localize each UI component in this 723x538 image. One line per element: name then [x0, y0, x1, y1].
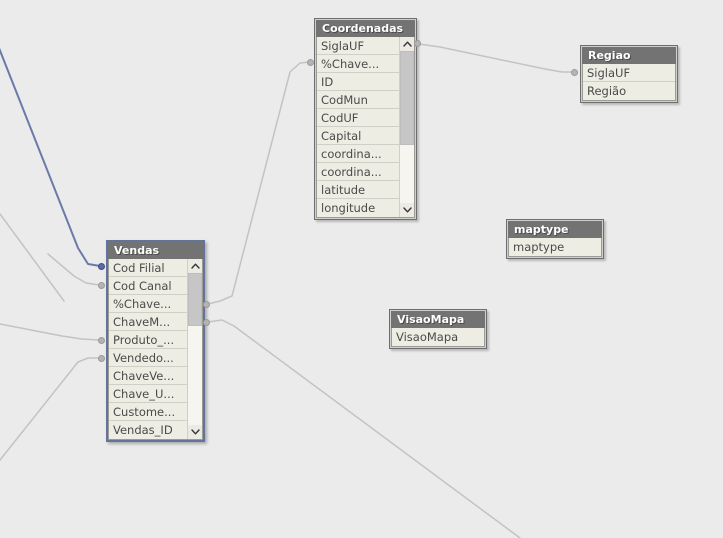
field-row[interactable]: maptype	[509, 238, 601, 256]
link-port-coordenadas-left-chave[interactable]	[307, 59, 314, 66]
scrollbar-track[interactable]	[188, 273, 202, 425]
table-node-vendas[interactable]: Vendas Cod Filial Cod Canal %Chave... ChaveM…	[106, 240, 205, 442]
field-list: SiglaUF Região	[583, 64, 675, 100]
field-row[interactable]: Produto_...	[109, 331, 187, 349]
table-node-body: maptype	[508, 238, 602, 257]
link-port-vendas-left-produto[interactable]	[98, 337, 105, 344]
table-node-body: Cod Filial Cod Canal %Chave... ChaveM... Pro…	[108, 259, 203, 440]
field-row[interactable]: ChaveM...	[109, 313, 187, 331]
table-node-title[interactable]: Coordenadas	[316, 20, 415, 37]
chevron-up-icon[interactable]	[400, 37, 414, 51]
field-row[interactable]: Vendas_ID	[109, 421, 187, 439]
link-port-coordenadas-right-siglauf[interactable]	[414, 40, 421, 47]
scrollbar-track[interactable]	[400, 51, 414, 203]
field-row[interactable]: Chave_U...	[109, 385, 187, 403]
table-node-regiao[interactable]: Regiao SiglaUF Região	[580, 45, 678, 103]
data-model-canvas[interactable]: Coordenadas SiglaUF %Chave... ID CodMun CodUF…	[0, 0, 723, 538]
relationship-link[interactable]	[418, 43, 575, 73]
field-row[interactable]: Região	[583, 82, 675, 100]
field-row[interactable]: CodMun	[317, 91, 399, 109]
field-row[interactable]: latitude	[317, 181, 399, 199]
field-list: maptype	[509, 238, 601, 256]
chevron-down-icon[interactable]	[188, 425, 202, 439]
table-node-coordenadas[interactable]: Coordenadas SiglaUF %Chave... ID CodMun CodUF…	[314, 18, 417, 220]
relationship-link[interactable]	[0, 357, 100, 461]
link-port-vendas-right-chave[interactable]	[203, 301, 210, 308]
table-node-title[interactable]: maptype	[508, 221, 602, 238]
field-list: Cod Filial Cod Canal %Chave... ChaveM... Pro…	[109, 259, 187, 439]
field-list: SiglaUF %Chave... ID CodMun CodUF Capital coor…	[317, 37, 399, 217]
link-port-vendas-right-chavem[interactable]	[203, 319, 210, 326]
field-row[interactable]: Cod Canal	[109, 277, 187, 295]
table-node-body: VisaoMapa	[391, 328, 485, 347]
field-row[interactable]: %Chave...	[109, 295, 187, 313]
field-row[interactable]: ID	[317, 73, 399, 91]
field-row[interactable]: ChaveVe...	[109, 367, 187, 385]
link-port-vendas-left-codfilial[interactable]	[98, 263, 105, 270]
relationship-link[interactable]	[0, 38, 101, 267]
field-row[interactable]: Vendedo...	[109, 349, 187, 367]
field-row[interactable]: SiglaUF	[317, 37, 399, 55]
relationship-link[interactable]	[47, 253, 100, 286]
field-row[interactable]: Capital	[317, 127, 399, 145]
link-port-vendas-left-vendedor[interactable]	[98, 355, 105, 362]
table-node-body: SiglaUF %Chave... ID CodMun CodUF Capital coor…	[316, 37, 415, 218]
field-row[interactable]: longitude	[317, 199, 399, 217]
table-node-body: SiglaUF Região	[582, 64, 676, 101]
relationship-link[interactable]	[0, 323, 100, 341]
field-row[interactable]: %Chave...	[317, 55, 399, 73]
field-row[interactable]: Custome...	[109, 403, 187, 421]
link-port-regiao-left-siglauf[interactable]	[571, 69, 578, 76]
chevron-down-icon[interactable]	[400, 203, 414, 217]
table-node-title[interactable]: Regiao	[582, 47, 676, 64]
field-row[interactable]: coordina...	[317, 163, 399, 181]
field-row[interactable]: coordina...	[317, 145, 399, 163]
chevron-up-icon[interactable]	[188, 259, 202, 273]
table-node-maptype[interactable]: maptype maptype	[506, 219, 604, 259]
field-row[interactable]: CodUF	[317, 109, 399, 127]
relationship-link[interactable]	[207, 61, 311, 305]
field-list-scrollbar[interactable]	[187, 259, 202, 439]
table-node-visaomapa[interactable]: VisaoMapa VisaoMapa	[389, 309, 487, 349]
field-row[interactable]: VisaoMapa	[392, 328, 484, 346]
relationship-link[interactable]	[0, 213, 65, 302]
relationship-link[interactable]	[207, 319, 521, 538]
field-list: VisaoMapa	[392, 328, 484, 346]
field-list-scrollbar[interactable]	[399, 37, 414, 217]
field-row[interactable]: Cod Filial	[109, 259, 187, 277]
scrollbar-thumb[interactable]	[188, 273, 202, 327]
table-node-title[interactable]: Vendas	[108, 242, 203, 259]
field-row[interactable]: SiglaUF	[583, 64, 675, 82]
link-port-vendas-left-codcanal[interactable]	[98, 282, 105, 289]
table-node-title[interactable]: VisaoMapa	[391, 311, 485, 328]
scrollbar-thumb[interactable]	[400, 51, 414, 146]
